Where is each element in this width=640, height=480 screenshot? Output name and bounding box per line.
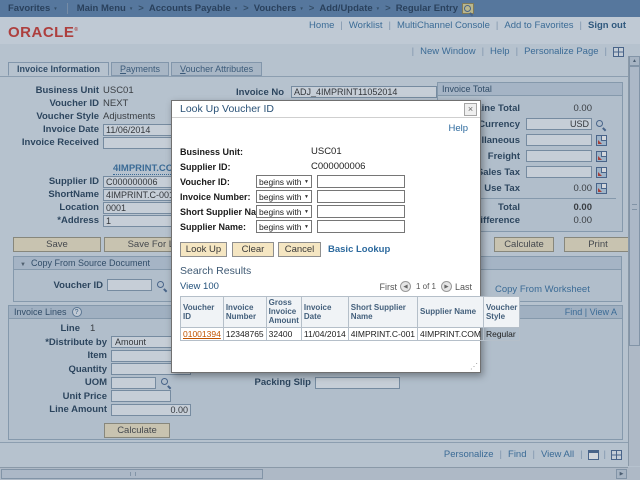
cell-invoice-date: 11/04/2014 — [301, 327, 348, 340]
lookup-supplier-id-row: Supplier ID: C000000006 — [180, 159, 472, 174]
lookup-voucher-id-label: Voucher ID: — [180, 177, 256, 187]
column-invoice-date: Invoice Date — [301, 297, 348, 328]
peoplesoft-voucher-page: Favorites Main Menu Accounts Payable Vou… — [0, 0, 640, 480]
short-supplier-search-input[interactable] — [317, 205, 405, 218]
invoice-number-operator-select[interactable]: begins with — [256, 190, 312, 203]
pagination-last[interactable]: Last — [455, 282, 472, 292]
supplier-name-operator-select[interactable]: begins with — [256, 220, 312, 233]
lookup-supplier-name-label: Supplier Name: — [180, 222, 256, 232]
lookup-short-supplier-label: Short Supplier Name: — [180, 207, 256, 217]
column-voucher-style: Voucher Style — [483, 297, 519, 328]
modal-body: Business Unit: USC01 Supplier ID: C00000… — [172, 118, 480, 341]
next-page-icon[interactable] — [441, 281, 452, 292]
modal-button-row: Look Up Clear Cancel Basic Lookup — [180, 242, 472, 257]
column-supplier-name: Supplier Name — [418, 297, 484, 328]
basic-lookup-link[interactable]: Basic Lookup — [328, 244, 390, 255]
modal-resize-grip[interactable] — [470, 362, 478, 371]
lookup-voucher-id-row: Voucher ID: begins with — [180, 174, 472, 189]
close-icon[interactable] — [464, 103, 477, 116]
table-row: 01001394 12348765 32400 11/04/2014 4IMPR… — [181, 327, 520, 340]
cell-invoice-number: 12348765 — [223, 327, 266, 340]
lookup-business-unit-row: Business Unit: USC01 — [180, 144, 472, 159]
lookup-supplier-id-label: Supplier ID: — [180, 162, 256, 172]
lookup-supplier-name-row: Supplier Name: begins with — [180, 219, 472, 234]
modal-title: Look Up Voucher ID — [180, 103, 274, 115]
short-supplier-operator-select[interactable]: begins with — [256, 205, 312, 218]
lookup-business-unit-label: Business Unit: — [180, 147, 256, 157]
previous-page-icon[interactable] — [400, 281, 411, 292]
column-short-supplier-name: Short Supplier Name — [348, 297, 417, 328]
lookup-business-unit-value: USC01 — [311, 146, 342, 157]
cell-voucher-id: 01001394 — [181, 327, 224, 340]
pagination: First 1 of 1 Last — [379, 281, 472, 292]
voucher-id-search-input[interactable] — [317, 175, 405, 188]
supplier-name-search-input[interactable] — [317, 220, 405, 233]
invoice-number-search-input[interactable] — [317, 190, 405, 203]
search-results-table: Voucher ID Invoice Number Gross Invoice … — [180, 296, 520, 341]
table-header-row: Voucher ID Invoice Number Gross Invoice … — [181, 297, 520, 328]
voucher-result-link[interactable]: 01001394 — [183, 329, 221, 339]
pagination-page-indicator: 1 of 1 — [416, 282, 436, 291]
lookup-voucher-modal: Look Up Voucher ID Help Business Unit: U… — [171, 100, 481, 373]
cell-gross-invoice-amount: 32400 — [266, 327, 301, 340]
pagination-first[interactable]: First — [379, 282, 397, 292]
results-toolbar: View 100 First 1 of 1 Last — [180, 281, 472, 292]
column-voucher-id: Voucher ID — [181, 297, 224, 328]
modal-help-link[interactable]: Help — [448, 123, 468, 134]
cell-voucher-style: Regular — [483, 327, 519, 340]
clear-button[interactable]: Clear — [232, 242, 274, 257]
column-gross-invoice-amount: Gross Invoice Amount — [266, 297, 301, 328]
cell-short-supplier-name: 4IMPRINT.C-001 — [348, 327, 417, 340]
cell-supplier-name: 4IMPRINT.COM — [418, 327, 484, 340]
search-results-title: Search Results — [180, 265, 472, 277]
view-100-link[interactable]: View 100 — [180, 281, 219, 292]
cancel-button[interactable]: Cancel — [278, 242, 321, 257]
lookup-supplier-id-value: C000000006 — [311, 161, 365, 172]
look-up-button[interactable]: Look Up — [180, 242, 227, 257]
lookup-invoice-number-row: Invoice Number: begins with — [180, 189, 472, 204]
lookup-short-supplier-row: Short Supplier Name: begins with — [180, 204, 472, 219]
modal-title-bar: Look Up Voucher ID — [172, 101, 480, 118]
voucher-id-operator-select[interactable]: begins with — [256, 175, 312, 188]
lookup-invoice-number-label: Invoice Number: — [180, 192, 256, 202]
column-invoice-number: Invoice Number — [223, 297, 266, 328]
